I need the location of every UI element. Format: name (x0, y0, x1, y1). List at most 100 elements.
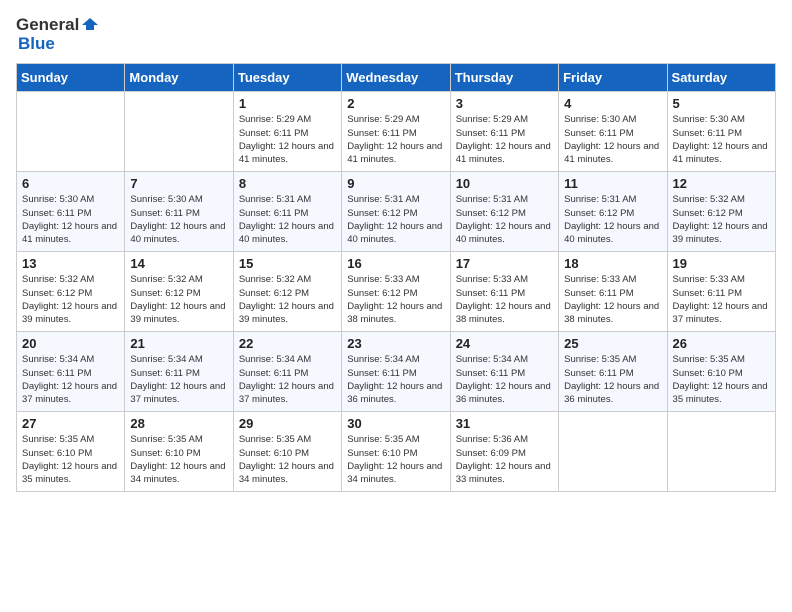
day-number: 17 (456, 256, 553, 271)
weekday-header-row: SundayMondayTuesdayWednesdayThursdayFrid… (17, 64, 776, 92)
day-number: 13 (22, 256, 119, 271)
calendar-cell (667, 412, 775, 492)
calendar-cell: 29 Sunrise: 5:35 AM Sunset: 6:10 PM Dayli… (233, 412, 341, 492)
logo-bird-icon (81, 16, 99, 34)
day-info: Sunrise: 5:32 AM Sunset: 6:12 PM Dayligh… (673, 193, 770, 246)
calendar-cell: 1 Sunrise: 5:29 AM Sunset: 6:11 PM Daylig… (233, 92, 341, 172)
day-info: Sunrise: 5:33 AM Sunset: 6:12 PM Dayligh… (347, 273, 444, 326)
day-number: 2 (347, 96, 444, 111)
calendar-cell (17, 92, 125, 172)
day-info: Sunrise: 5:30 AM Sunset: 6:11 PM Dayligh… (564, 113, 661, 166)
day-info: Sunrise: 5:36 AM Sunset: 6:09 PM Dayligh… (456, 433, 553, 486)
day-info: Sunrise: 5:34 AM Sunset: 6:11 PM Dayligh… (22, 353, 119, 406)
calendar-cell: 13 Sunrise: 5:32 AM Sunset: 6:12 PM Dayli… (17, 252, 125, 332)
logo-blue: Blue (18, 34, 55, 53)
day-number: 16 (347, 256, 444, 271)
day-number: 30 (347, 416, 444, 431)
calendar-cell: 28 Sunrise: 5:35 AM Sunset: 6:10 PM Dayli… (125, 412, 233, 492)
weekday-header-monday: Monday (125, 64, 233, 92)
day-number: 26 (673, 336, 770, 351)
day-info: Sunrise: 5:34 AM Sunset: 6:11 PM Dayligh… (130, 353, 227, 406)
calendar-cell: 6Sunrise: 5:30 AM Sunset: 6:11 PM Daylig… (17, 172, 125, 252)
day-number: 12 (673, 176, 770, 191)
day-info: Sunrise: 5:31 AM Sunset: 6:12 PM Dayligh… (347, 193, 444, 246)
calendar-cell (125, 92, 233, 172)
day-info: Sunrise: 5:31 AM Sunset: 6:12 PM Dayligh… (564, 193, 661, 246)
day-number: 10 (456, 176, 553, 191)
calendar-week-5: 27Sunrise: 5:35 AM Sunset: 6:10 PM Dayli… (17, 412, 776, 492)
calendar-week-2: 6Sunrise: 5:30 AM Sunset: 6:11 PM Daylig… (17, 172, 776, 252)
day-number: 22 (239, 336, 336, 351)
day-info: Sunrise: 5:32 AM Sunset: 6:12 PM Dayligh… (130, 273, 227, 326)
day-number: 3 (456, 96, 553, 111)
calendar-cell: 10 Sunrise: 5:31 AM Sunset: 6:12 PM Dayli… (450, 172, 558, 252)
calendar-week-1: 1 Sunrise: 5:29 AM Sunset: 6:11 PM Daylig… (17, 92, 776, 172)
day-info: Sunrise: 5:33 AM Sunset: 6:11 PM Dayligh… (456, 273, 553, 326)
calendar-cell: 11 Sunrise: 5:31 AM Sunset: 6:12 PM Dayli… (559, 172, 667, 252)
logo-text: General Blue (16, 16, 99, 53)
weekday-header-sunday: Sunday (17, 64, 125, 92)
calendar-cell: 22 Sunrise: 5:34 AM Sunset: 6:11 PM Dayli… (233, 332, 341, 412)
day-number: 21 (130, 336, 227, 351)
day-info: Sunrise: 5:29 AM Sunset: 6:11 PM Dayligh… (456, 113, 553, 166)
day-info: Sunrise: 5:32 AM Sunset: 6:12 PM Dayligh… (22, 273, 119, 326)
day-info: Sunrise: 5:30 AM Sunset: 6:11 PM Dayligh… (22, 193, 119, 246)
day-info: Sunrise: 5:35 AM Sunset: 6:11 PM Dayligh… (564, 353, 661, 406)
day-info: Sunrise: 5:29 AM Sunset: 6:11 PM Dayligh… (239, 113, 336, 166)
day-number: 29 (239, 416, 336, 431)
day-number: 14 (130, 256, 227, 271)
day-info: Sunrise: 5:31 AM Sunset: 6:12 PM Dayligh… (456, 193, 553, 246)
calendar-cell: 26 Sunrise: 5:35 AM Sunset: 6:10 PM Dayli… (667, 332, 775, 412)
day-info: Sunrise: 5:35 AM Sunset: 6:10 PM Dayligh… (22, 433, 119, 486)
day-number: 31 (456, 416, 553, 431)
calendar-cell: 5 Sunrise: 5:30 AM Sunset: 6:11 PM Daylig… (667, 92, 775, 172)
day-number: 7 (130, 176, 227, 191)
weekday-header-wednesday: Wednesday (342, 64, 450, 92)
day-info: Sunrise: 5:35 AM Sunset: 6:10 PM Dayligh… (347, 433, 444, 486)
day-info: Sunrise: 5:34 AM Sunset: 6:11 PM Dayligh… (456, 353, 553, 406)
page-header: General Blue (16, 16, 776, 53)
day-number: 24 (456, 336, 553, 351)
calendar-cell: 20Sunrise: 5:34 AM Sunset: 6:11 PM Dayli… (17, 332, 125, 412)
day-info: Sunrise: 5:35 AM Sunset: 6:10 PM Dayligh… (673, 353, 770, 406)
day-info: Sunrise: 5:34 AM Sunset: 6:11 PM Dayligh… (347, 353, 444, 406)
day-info: Sunrise: 5:32 AM Sunset: 6:12 PM Dayligh… (239, 273, 336, 326)
day-number: 19 (673, 256, 770, 271)
day-info: Sunrise: 5:33 AM Sunset: 6:11 PM Dayligh… (564, 273, 661, 326)
calendar-cell: 9 Sunrise: 5:31 AM Sunset: 6:12 PM Daylig… (342, 172, 450, 252)
calendar-cell: 30 Sunrise: 5:35 AM Sunset: 6:10 PM Dayli… (342, 412, 450, 492)
calendar-cell: 17 Sunrise: 5:33 AM Sunset: 6:11 PM Dayli… (450, 252, 558, 332)
day-info: Sunrise: 5:33 AM Sunset: 6:11 PM Dayligh… (673, 273, 770, 326)
day-number: 9 (347, 176, 444, 191)
calendar-cell: 24 Sunrise: 5:34 AM Sunset: 6:11 PM Dayli… (450, 332, 558, 412)
day-info: Sunrise: 5:35 AM Sunset: 6:10 PM Dayligh… (130, 433, 227, 486)
weekday-header-thursday: Thursday (450, 64, 558, 92)
calendar-cell: 15 Sunrise: 5:32 AM Sunset: 6:12 PM Dayli… (233, 252, 341, 332)
day-number: 18 (564, 256, 661, 271)
weekday-header-friday: Friday (559, 64, 667, 92)
day-info: Sunrise: 5:30 AM Sunset: 6:11 PM Dayligh… (673, 113, 770, 166)
calendar-cell: 4Sunrise: 5:30 AM Sunset: 6:11 PM Daylig… (559, 92, 667, 172)
day-number: 5 (673, 96, 770, 111)
day-info: Sunrise: 5:29 AM Sunset: 6:11 PM Dayligh… (347, 113, 444, 166)
calendar-cell: 31 Sunrise: 5:36 AM Sunset: 6:09 PM Dayli… (450, 412, 558, 492)
day-info: Sunrise: 5:34 AM Sunset: 6:11 PM Dayligh… (239, 353, 336, 406)
calendar-week-4: 20Sunrise: 5:34 AM Sunset: 6:11 PM Dayli… (17, 332, 776, 412)
day-number: 8 (239, 176, 336, 191)
calendar-cell: 16 Sunrise: 5:33 AM Sunset: 6:12 PM Dayli… (342, 252, 450, 332)
day-number: 15 (239, 256, 336, 271)
calendar-cell: 12 Sunrise: 5:32 AM Sunset: 6:12 PM Dayli… (667, 172, 775, 252)
calendar-week-3: 13 Sunrise: 5:32 AM Sunset: 6:12 PM Dayli… (17, 252, 776, 332)
logo: General Blue (16, 16, 99, 53)
weekday-header-tuesday: Tuesday (233, 64, 341, 92)
day-number: 1 (239, 96, 336, 111)
calendar-body: 1 Sunrise: 5:29 AM Sunset: 6:11 PM Daylig… (17, 92, 776, 492)
day-number: 23 (347, 336, 444, 351)
calendar-cell: 25Sunrise: 5:35 AM Sunset: 6:11 PM Dayli… (559, 332, 667, 412)
calendar-cell (559, 412, 667, 492)
calendar-cell: 21 Sunrise: 5:34 AM Sunset: 6:11 PM Dayli… (125, 332, 233, 412)
calendar-cell: 14 Sunrise: 5:32 AM Sunset: 6:12 PM Dayli… (125, 252, 233, 332)
day-number: 28 (130, 416, 227, 431)
day-info: Sunrise: 5:35 AM Sunset: 6:10 PM Dayligh… (239, 433, 336, 486)
day-number: 11 (564, 176, 661, 191)
